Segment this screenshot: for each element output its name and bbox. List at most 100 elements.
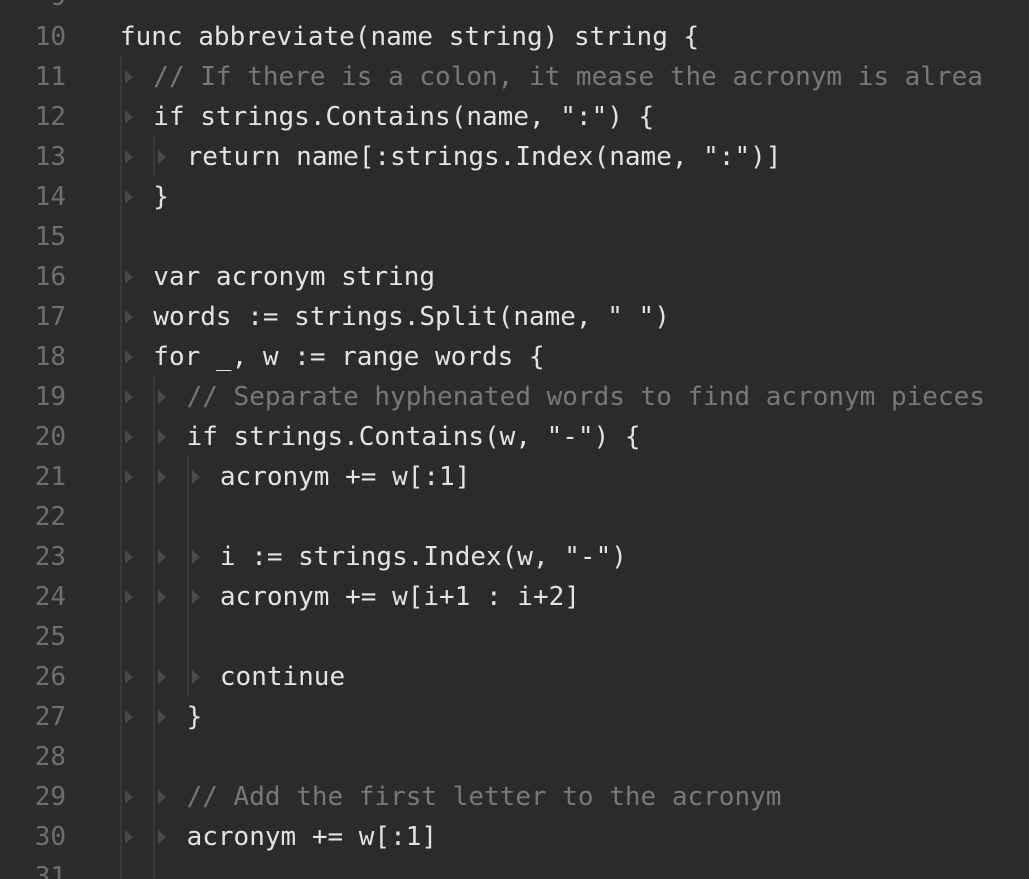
tab-marker-icon: [125, 350, 133, 364]
indent-guide: [153, 577, 156, 617]
code-line[interactable]: 12 if strings.Contains(name, ":") {: [0, 97, 1029, 137]
code-line[interactable]: 17 words := strings.Split(name, " "): [0, 297, 1029, 337]
code-line[interactable]: 15: [0, 217, 1029, 257]
indent-guide: [153, 417, 156, 457]
line-number: 9: [0, 0, 66, 17]
tab-marker-icon: [125, 70, 133, 84]
tab-marker-icon: [158, 670, 167, 684]
code-text[interactable]: if strings.Contains(name, ":") {: [153, 97, 654, 137]
line-number: 13: [34, 142, 66, 172]
code-line[interactable]: 29 // Add the first letter to the acronym: [0, 777, 1029, 817]
code-text[interactable]: continue: [220, 657, 345, 697]
tab-marker-icon: [125, 430, 133, 444]
line-number: 21: [34, 462, 66, 492]
code-text[interactable]: acronym += w[:1]: [187, 817, 437, 857]
code-line[interactable]: 19 // Separate hyphenated words to find a…: [0, 377, 1029, 417]
indent-guide: [120, 497, 122, 537]
indent-guide: [120, 777, 122, 817]
code-line[interactable]: 27}: [0, 697, 1029, 737]
indent-guide: [120, 417, 122, 457]
indent-guide: [120, 457, 122, 497]
line-number: 17: [34, 302, 66, 332]
code-text[interactable]: }: [153, 177, 169, 217]
tab-marker-icon: [125, 310, 133, 324]
code-editor[interactable]: 9 10 func abbreviate(name string) string {…: [0, 0, 1029, 879]
code-line[interactable]: 20 if strings.Contains(w, "-") {: [0, 417, 1029, 457]
indent-guide: [120, 257, 122, 297]
indent-guide: [120, 177, 122, 217]
code-text[interactable]: for _, w := range words {: [153, 337, 544, 377]
line-number: 23: [34, 542, 66, 572]
tab-marker-icon: [125, 390, 133, 404]
code-line[interactable]: 23 i := strings.Index(w, "-"): [0, 537, 1029, 577]
tab-marker-icon: [158, 150, 167, 164]
code-text[interactable]: return name[:strings.Index(name, ":")]: [187, 137, 782, 177]
indent-guide: [153, 697, 156, 737]
indent-guide: [153, 537, 156, 577]
code-text[interactable]: func abbreviate(name string) string {: [120, 17, 699, 57]
code-comment[interactable]: // Add the first letter to the acronym: [187, 777, 782, 817]
line-number: 25: [34, 622, 66, 652]
tab-marker-icon: [191, 590, 200, 604]
indent-guide: [120, 97, 122, 137]
code-line[interactable]: 10 func abbreviate(name string) string {: [0, 17, 1029, 57]
indent-guide: [120, 617, 122, 657]
code-comment[interactable]: // If there is a colon, it mease the acr…: [153, 57, 983, 97]
line-number: 29: [34, 782, 66, 812]
tab-marker-icon: [158, 390, 167, 404]
code-text[interactable]: }: [187, 697, 203, 737]
line-number: 28: [34, 742, 66, 772]
tab-marker-icon: [125, 270, 133, 284]
indent-guide: [120, 657, 122, 697]
code-comment[interactable]: // Separate hyphenated words to find acr…: [187, 377, 985, 417]
code-line[interactable]: 13 return name[:strings.Index(name, ":")]: [0, 137, 1029, 177]
tab-marker-icon: [158, 790, 167, 804]
line-number: 27: [34, 702, 66, 732]
indent-guide: [153, 857, 156, 879]
tab-marker-icon: [125, 190, 133, 204]
indent-guide: [153, 617, 156, 657]
indent-guide: [153, 137, 156, 177]
code-text[interactable]: acronym += w[i+1 : i+2]: [220, 577, 580, 617]
code-line[interactable]: 18 for _, w := range words {: [0, 337, 1029, 377]
code-text[interactable]: if strings.Contains(w, "-") {: [187, 417, 641, 457]
tab-marker-icon: [125, 150, 133, 164]
line-number: 22: [34, 502, 66, 532]
code-line[interactable]: 25: [0, 617, 1029, 657]
tab-marker-icon: [125, 110, 133, 124]
line-number: 10: [34, 22, 66, 52]
code-text[interactable]: var acronym string: [153, 257, 435, 297]
code-line[interactable]: 16 var acronym string: [0, 257, 1029, 297]
indent-guide: [120, 337, 122, 377]
indent-guide: [186, 497, 189, 537]
code-line[interactable]: 28: [0, 737, 1029, 777]
line-number: 18: [34, 342, 66, 372]
code-text[interactable]: acronym += w[:1]: [220, 457, 470, 497]
code-text[interactable]: words := strings.Split(name, " "): [153, 297, 670, 337]
code-line[interactable]: 21 acronym += w[:1]: [0, 457, 1029, 497]
code-line[interactable]: 24 acronym += w[i+1 : i+2]: [0, 577, 1029, 617]
indent-guide: [186, 537, 189, 577]
tab-marker-icon: [125, 550, 133, 564]
line-number: 24: [34, 582, 66, 612]
code-line[interactable]: 22: [0, 497, 1029, 537]
code-line[interactable]: 30 acronym += w[:1]: [0, 817, 1029, 857]
indent-guide: [153, 497, 156, 537]
indent-guide: [153, 777, 156, 817]
code-text[interactable]: i := strings.Index(w, "-"): [220, 537, 627, 577]
indent-guide: [186, 457, 189, 497]
indent-guide: [153, 817, 156, 857]
indent-guide: [120, 57, 122, 97]
tab-marker-icon: [158, 470, 167, 484]
tab-marker-icon: [158, 590, 167, 604]
indent-guide: [120, 297, 122, 337]
code-line[interactable]: 14}: [0, 177, 1029, 217]
tab-marker-icon: [125, 590, 133, 604]
code-line[interactable]: 26 continue: [0, 657, 1029, 697]
indent-guide: [186, 577, 189, 617]
tab-marker-icon: [158, 830, 167, 844]
line-number: 26: [34, 662, 66, 692]
code-line[interactable]: 11 // If there is a colon, it mease the a…: [0, 57, 1029, 97]
code-line[interactable]: 9: [0, 0, 1029, 17]
code-line[interactable]: 31: [0, 857, 1029, 879]
